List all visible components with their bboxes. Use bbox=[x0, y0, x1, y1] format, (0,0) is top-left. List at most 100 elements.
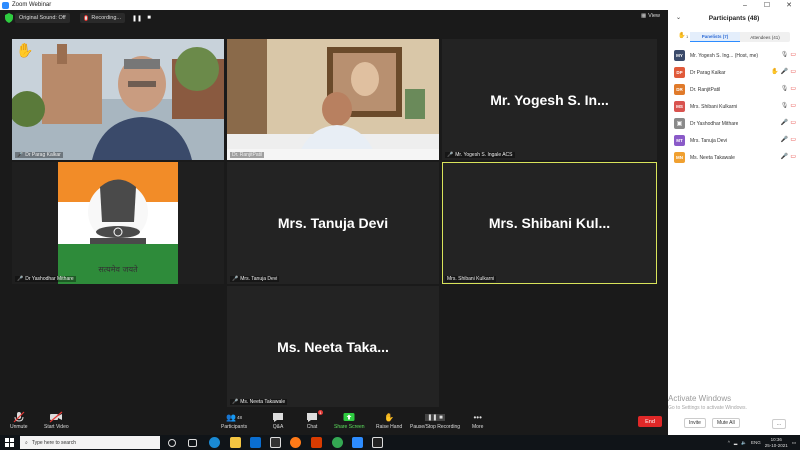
muted-mic-icon bbox=[13, 411, 25, 423]
participant-row[interactable]: MY Mr. Yogesh S. Ing... (Host, me) 🎙 ▭ bbox=[668, 47, 800, 64]
start-video-button[interactable]: Start Video bbox=[44, 410, 69, 430]
language-indicator[interactable]: ENG bbox=[751, 440, 761, 445]
tile-name-label: 🎤 Mr. Yogesh S. Ingale ACS bbox=[445, 152, 515, 158]
mute-all-button[interactable]: Mute All bbox=[711, 418, 740, 428]
video-tile-yashodhar[interactable]: सत्यमेव जयते 🎤 Dr Yashodhar Mithare bbox=[12, 162, 224, 284]
participant-row-name: Dr. RanjitPatil bbox=[690, 86, 721, 93]
taskbar-clock[interactable]: 10:36 25-10-2021 bbox=[765, 437, 788, 449]
raised-hands-icon: ✋ bbox=[678, 33, 686, 39]
stop-recording-icon[interactable]: ■ bbox=[145, 14, 153, 22]
participant-row[interactable]: MT Mrs. Tanuja Devi 🎤 ▭ bbox=[668, 132, 800, 149]
video-tile-ranjit[interactable]: Dr. RanjitPatil bbox=[227, 39, 439, 160]
qa-icon bbox=[273, 412, 283, 422]
participant-display-name: Mrs. Shibani Kul... bbox=[488, 215, 611, 231]
muted-mic-icon: 🎤 bbox=[780, 120, 789, 126]
panel-header: ⌄ Participants (48) bbox=[668, 10, 800, 26]
taskbar-search[interactable]: ⌕ Type here to search bbox=[20, 436, 160, 449]
participant-row[interactable]: MN Ms. Neeta Takawale 🎤 ▭ bbox=[668, 149, 800, 166]
video-off-icon: ▭ bbox=[790, 103, 796, 109]
raise-hand-button[interactable]: ✋ Raise Hand bbox=[376, 410, 403, 431]
participant-status-icons: 🎤 ▭ bbox=[781, 136, 796, 143]
video-tile-yogesh[interactable]: Mr. Yogesh S. In... 🎤 Mr. Yogesh S. Inga… bbox=[442, 39, 657, 160]
mic-icon: 🎙 bbox=[780, 103, 789, 109]
file-explorer-icon[interactable] bbox=[230, 437, 241, 448]
close-button[interactable]: ✕ bbox=[778, 0, 800, 10]
video-tile-tanuja[interactable]: Mrs. Tanuja Devi 🎤 Mrs. Tanuja Devi bbox=[227, 162, 439, 284]
participant-name: Dr. RanjitPatil bbox=[232, 152, 263, 158]
pause-stop-label: Pause/Stop Recording bbox=[410, 424, 461, 430]
chat-label: Chat bbox=[306, 424, 318, 430]
participant-list: MY Mr. Yogesh S. Ing... (Host, me) 🎙 ▭ DP Dr … bbox=[668, 47, 800, 166]
tile-name-label: 🎤 Dr Yashodhar Mithare bbox=[15, 276, 76, 282]
chrome-icon[interactable] bbox=[332, 437, 343, 448]
participant-row[interactable]: DP Dr Parag Kalkar ✋ 🎤 ▭ bbox=[668, 64, 800, 81]
panel-footer: Invite Mute All ... bbox=[668, 416, 800, 430]
muted-mic-icon: 🎤 bbox=[232, 276, 239, 282]
video-off-icon bbox=[49, 411, 63, 423]
chat-badge: 1 bbox=[317, 410, 323, 415]
maximize-button[interactable]: ☐ bbox=[756, 0, 778, 10]
cortana-icon[interactable] bbox=[168, 438, 176, 447]
tab-panelists[interactable]: Panelists (7) bbox=[690, 32, 740, 42]
photo-avatar-icon: ▣ bbox=[676, 121, 683, 127]
pause-stop-icon: ❚❚ ■ bbox=[425, 413, 445, 421]
activate-windows-subtitle: Go to Settings to activate Windows. bbox=[668, 405, 747, 411]
recording-label: Recording... bbox=[91, 15, 121, 21]
office-icon[interactable] bbox=[311, 437, 322, 448]
original-sound-label: Original Sound: Off bbox=[19, 15, 66, 21]
collapse-chevron-icon[interactable]: ⌄ bbox=[676, 14, 681, 21]
pause-stop-recording-button[interactable]: ❚❚ ■ Pause/Stop Recording bbox=[410, 410, 460, 430]
edge-icon[interactable] bbox=[209, 437, 220, 448]
participant-row-name: Dr Yashodhar Mithare bbox=[690, 120, 739, 127]
firefox-icon[interactable] bbox=[290, 437, 301, 448]
participant-row-name: Mrs. Shibani Kulkarni bbox=[690, 103, 738, 110]
network-icon[interactable]: ▂ bbox=[734, 440, 737, 446]
view-button[interactable]: ▦ View bbox=[641, 13, 660, 19]
zoom-taskbar-icon[interactable] bbox=[352, 437, 363, 448]
svg-text:✋: ✋ bbox=[16, 42, 33, 58]
original-sound-toggle[interactable]: Original Sound: Off bbox=[15, 13, 70, 23]
chat-button[interactable]: 1 Chat bbox=[306, 410, 323, 430]
volume-icon[interactable]: 🔈 bbox=[741, 440, 747, 446]
windows-taskbar: ⌕ Type here to search ^ ▂ 🔈 ENG 10:36 25… bbox=[0, 435, 800, 450]
participant-status-icons: 🎙 ▭ bbox=[781, 85, 796, 92]
clapper-app-icon[interactable] bbox=[372, 437, 383, 448]
window-title: Zoom Webinar bbox=[12, 2, 52, 8]
participant-status-icons: ✋ 🎤 ▭ bbox=[771, 68, 796, 75]
participants-label: Participants bbox=[221, 424, 248, 430]
end-button[interactable]: End bbox=[638, 416, 662, 427]
video-off-icon: ▭ bbox=[790, 120, 796, 126]
participant-row[interactable]: MS Mrs. Shibani Kulkarni 🎙 ▭ bbox=[668, 98, 800, 115]
participant-row[interactable]: ▣ Dr Yashodhar Mithare 🎤 ▭ bbox=[668, 115, 800, 132]
video-tile-neeta[interactable]: Ms. Neeta Taka... 🎤 Ms. Neeta Takawale bbox=[227, 286, 439, 407]
participants-button[interactable]: 👥 48 Participants bbox=[221, 410, 248, 431]
participant-row[interactable]: DR Dr. RanjitPatil 🎙 ▭ bbox=[668, 81, 800, 98]
muted-mic-icon: 🎤 bbox=[17, 276, 24, 282]
qa-label: Q&A bbox=[272, 424, 284, 430]
store-icon[interactable] bbox=[270, 437, 281, 448]
participant-name: Dr Parag Kalkar bbox=[25, 152, 61, 158]
participants-panel: ⌄ Participants (48) ✋ 1 Panelists (7) At… bbox=[668, 10, 800, 435]
panel-more-button[interactable]: ... bbox=[771, 419, 786, 429]
task-view-icon[interactable] bbox=[188, 438, 197, 447]
minimize-button[interactable]: – bbox=[734, 0, 756, 10]
video-tile-parag[interactable]: ✋ 🎤 Dr Parag Kalkar bbox=[12, 39, 224, 160]
unmute-button[interactable]: Unmute bbox=[10, 410, 28, 430]
qa-button[interactable]: Q&A bbox=[272, 410, 284, 430]
tray-chevron-icon[interactable]: ^ bbox=[728, 440, 730, 445]
chat-icon bbox=[307, 412, 317, 422]
more-label: More bbox=[472, 424, 484, 430]
video-off-icon: ▭ bbox=[790, 52, 796, 58]
raise-hand-icon: ✋ bbox=[384, 412, 395, 422]
tab-attendees[interactable]: Attendees (41) bbox=[740, 32, 790, 42]
more-button[interactable]: ••• More bbox=[472, 410, 484, 431]
windows-start-icon[interactable] bbox=[5, 438, 14, 447]
pause-recording-icon[interactable]: ❚❚ bbox=[132, 14, 142, 22]
notifications-icon[interactable]: ▭ bbox=[792, 440, 796, 446]
share-screen-button[interactable]: Share Screen bbox=[334, 410, 365, 430]
video-tile-shibani[interactable]: Mrs. Shibani Kul... Mrs. Shibani Kulkarn… bbox=[442, 162, 657, 284]
mail-icon[interactable] bbox=[250, 437, 261, 448]
security-shield-icon[interactable] bbox=[5, 13, 13, 23]
raise-hand-label: Raise Hand bbox=[376, 424, 403, 430]
invite-button[interactable]: Invite bbox=[684, 418, 706, 428]
